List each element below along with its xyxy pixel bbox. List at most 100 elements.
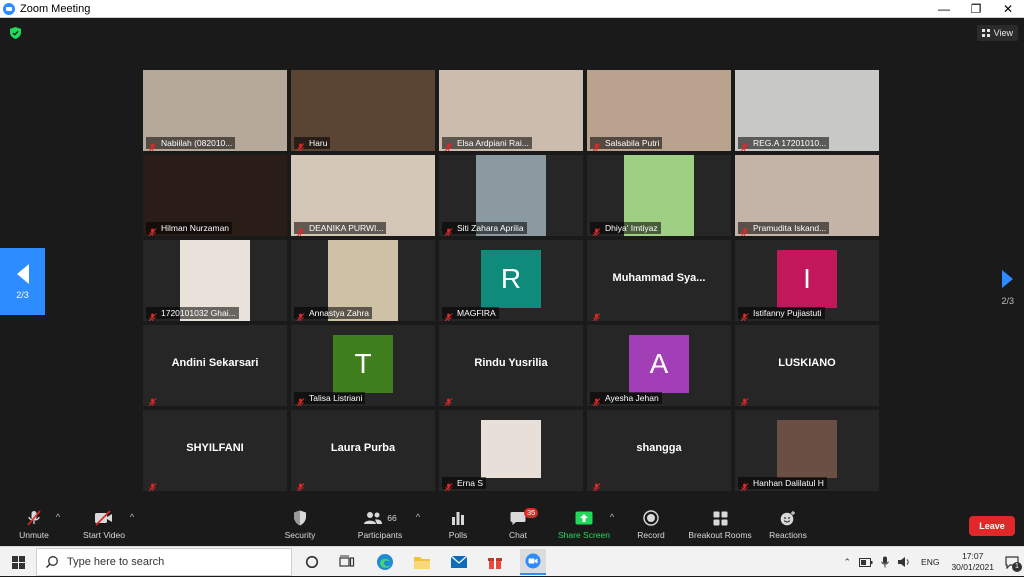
participant-name: Dhiya' Imtiyaz xyxy=(605,223,658,233)
participant-tile[interactable]: Erna S xyxy=(439,410,583,491)
breakout-rooms-label: Breakout Rooms xyxy=(688,530,752,540)
close-button[interactable]: ✕ xyxy=(992,0,1024,18)
participant-tile[interactable]: T Talisa Listriani xyxy=(291,325,435,406)
chat-unread-badge: 35 xyxy=(524,508,539,518)
security-button[interactable]: Security xyxy=(280,500,320,546)
taskbar-search-box[interactable]: Type here to search xyxy=(36,548,292,576)
notifications-button[interactable]: 1 xyxy=(1000,547,1024,577)
participants-button[interactable]: 66 Participants xyxy=(352,500,408,546)
start-button[interactable] xyxy=(0,547,36,577)
participant-name-label: Annastya Zahra xyxy=(294,307,373,321)
reactions-button[interactable]: Reactions xyxy=(766,500,810,546)
participant-name: 1720101032 Ghai... xyxy=(161,308,236,318)
participant-tile[interactable]: Haru xyxy=(291,70,435,151)
participant-tile[interactable]: Laura Purba xyxy=(291,410,435,491)
encryption-shield-icon[interactable] xyxy=(10,27,21,39)
file-explorer-icon[interactable] xyxy=(411,551,433,573)
start-video-label: Start Video xyxy=(83,530,125,540)
participant-name-label: Hilman Nurzaman xyxy=(146,222,233,236)
participant-name: Talisa Listriani xyxy=(309,393,363,403)
participant-tile[interactable]: Hilman Nurzaman xyxy=(143,155,287,236)
participant-name: Istifanny Pujiastuti xyxy=(753,308,822,318)
system-tray: ⌃ ENG 17:07 30/01/2021 1 xyxy=(839,547,1024,577)
mail-icon[interactable] xyxy=(448,551,470,573)
participant-tile[interactable]: Dhiya' Imtiyaz xyxy=(587,155,731,236)
participant-tile[interactable]: LUSKIANO xyxy=(735,325,879,406)
participant-tile[interactable]: shangga xyxy=(587,410,731,491)
arrow-left-icon xyxy=(16,263,29,284)
polls-button[interactable]: Polls xyxy=(443,500,473,546)
muted-microphone-icon xyxy=(296,139,305,151)
audio-options-caret[interactable]: ^ xyxy=(53,500,63,546)
video-options-caret[interactable]: ^ xyxy=(127,500,137,546)
muted-microphone-icon xyxy=(148,309,157,321)
chat-label: Chat xyxy=(509,530,527,540)
language-indicator[interactable]: ENG xyxy=(921,557,939,567)
participant-tile[interactable]: Annastya Zahra xyxy=(291,240,435,321)
participant-name-label: Erna S xyxy=(442,477,486,491)
participant-tile[interactable]: DEANIKA PURWI... xyxy=(291,155,435,236)
participants-count: 66 xyxy=(387,513,397,523)
share-options-caret[interactable]: ^ xyxy=(607,500,617,546)
unmute-label: Unmute xyxy=(19,530,49,540)
minimize-button[interactable]: — xyxy=(928,0,960,18)
participant-tile[interactable]: Muhammad Sya... xyxy=(587,240,731,321)
microphone-icon[interactable] xyxy=(881,556,889,568)
edge-browser-icon[interactable] xyxy=(374,551,396,573)
store-gift-icon[interactable] xyxy=(484,551,506,573)
breakout-rooms-button[interactable]: Breakout Rooms xyxy=(686,500,754,546)
muted-microphone-icon xyxy=(148,394,157,406)
participant-display-name: Muhammad Sya... xyxy=(612,272,706,284)
participant-tile[interactable]: A Ayesha Jehan xyxy=(587,325,731,406)
participant-name: Salsabila Putri xyxy=(605,138,660,148)
meeting-area: View 2/3 2/3 Nabiilah (082010... Haru Elsa… xyxy=(0,18,1024,500)
window-title: Zoom Meeting xyxy=(20,2,91,15)
battery-icon[interactable] xyxy=(859,557,873,567)
participant-tile[interactable]: 1720101032 Ghai... xyxy=(143,240,287,321)
tray-overflow-icon[interactable]: ⌃ xyxy=(843,557,851,568)
participant-name-label: MAGFIRA xyxy=(442,307,499,321)
record-button[interactable]: Record xyxy=(634,500,668,546)
participant-display-name: Laura Purba xyxy=(330,442,396,454)
task-view-icon[interactable] xyxy=(336,551,358,573)
muted-microphone-icon xyxy=(740,139,749,151)
participant-tile[interactable]: Hanhan Dalilatul H xyxy=(735,410,879,491)
shield-icon xyxy=(294,510,306,526)
participant-tile[interactable]: Andini Sekarsari xyxy=(143,325,287,406)
taskbar-clock[interactable]: 17:07 30/01/2021 xyxy=(951,551,994,573)
muted-microphone-icon xyxy=(296,479,305,491)
participant-name: DEANIKA PURWI... xyxy=(309,223,384,233)
previous-page-button[interactable]: 2/3 xyxy=(0,248,45,315)
muted-microphone-icon xyxy=(296,309,305,321)
start-video-button[interactable]: Start Video xyxy=(78,500,130,546)
view-button[interactable]: View xyxy=(976,25,1018,41)
unmute-button[interactable]: Unmute xyxy=(14,500,54,546)
next-page-button[interactable]: 2/3 xyxy=(1001,270,1014,306)
leave-button[interactable]: Leave xyxy=(969,516,1015,536)
participants-options-caret[interactable]: ^ xyxy=(413,500,423,546)
maximize-button[interactable]: ❐ xyxy=(960,0,992,18)
chat-button[interactable]: 35 Chat xyxy=(502,500,539,546)
participant-tile[interactable]: Pramudita Iskand... xyxy=(735,155,879,236)
participant-name-label: REG.A 17201010... xyxy=(738,137,830,151)
meeting-toolbar: Unmute ^ Start Video ^ Security 66 Parti… xyxy=(0,500,1024,546)
participant-display-name: SHYILFANI xyxy=(186,442,244,454)
participant-tile[interactable]: Nabiilah (082010... xyxy=(143,70,287,151)
participant-tile[interactable]: Siti Zahara Aprilia xyxy=(439,155,583,236)
participant-tile[interactable]: REG.A 17201010... xyxy=(735,70,879,151)
participant-name: Pramudita Iskand... xyxy=(753,223,827,233)
participant-tile[interactable]: Salsabila Putri xyxy=(587,70,731,151)
cortana-icon[interactable] xyxy=(301,551,323,573)
share-screen-button[interactable]: Share Screen xyxy=(556,500,612,546)
zoom-taskbar-icon[interactable] xyxy=(520,549,546,575)
window-titlebar: Zoom Meeting — ❐ ✕ xyxy=(0,0,1024,18)
participant-name-label: Dhiya' Imtiyaz xyxy=(590,222,661,236)
participant-tile[interactable]: I Istifanny Pujiastuti xyxy=(735,240,879,321)
participant-name: Nabiilah (082010... xyxy=(161,138,233,148)
muted-microphone-icon xyxy=(148,224,157,236)
participant-tile[interactable]: SHYILFANI xyxy=(143,410,287,491)
volume-icon[interactable] xyxy=(897,556,911,568)
participant-tile[interactable]: Rindu Yusrilia xyxy=(439,325,583,406)
participant-tile[interactable]: R MAGFIRA xyxy=(439,240,583,321)
participant-tile[interactable]: Elsa Ardpiani Rai... xyxy=(439,70,583,151)
